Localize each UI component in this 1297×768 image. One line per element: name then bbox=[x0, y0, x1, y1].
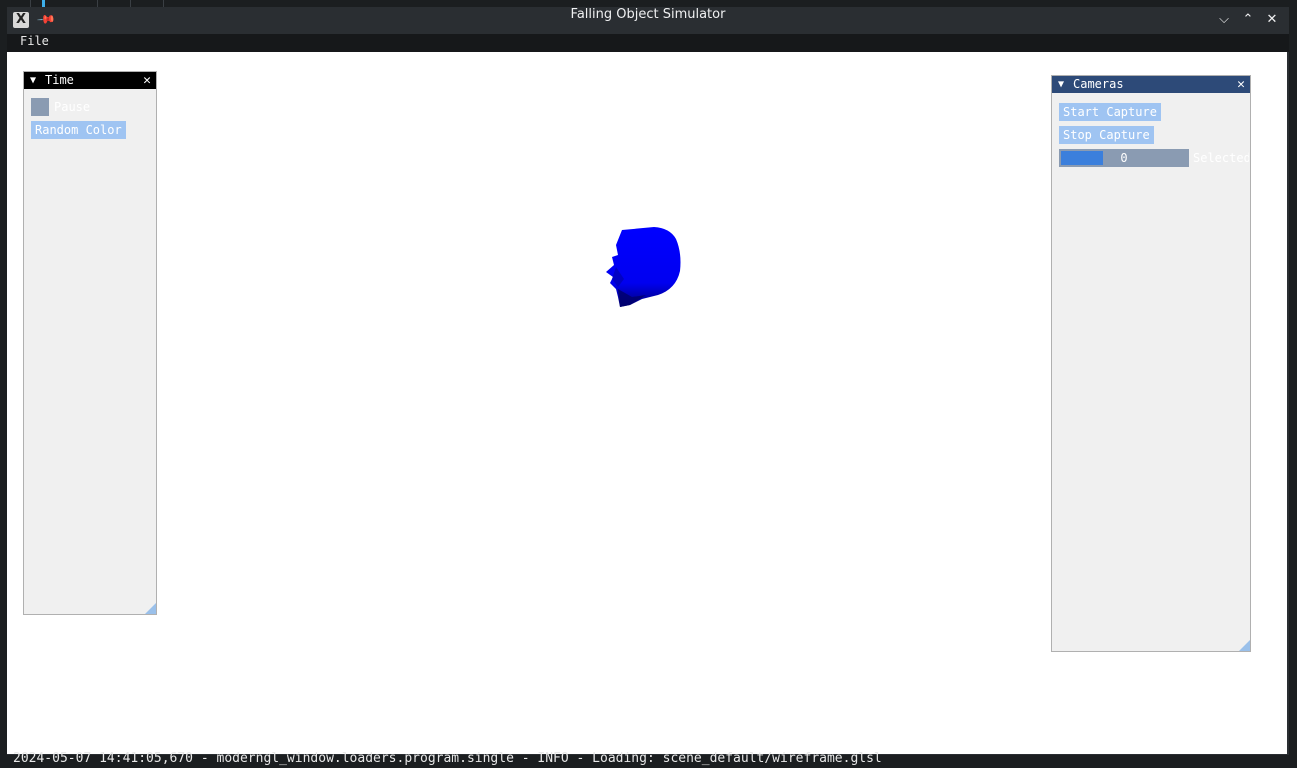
taskbar-segment[interactable] bbox=[98, 0, 131, 7]
slider-value: 0 bbox=[1120, 151, 1128, 165]
taskbar-segment[interactable] bbox=[131, 0, 164, 7]
time-panel-header[interactable]: ▼ Time ✕ bbox=[24, 72, 156, 89]
stop-capture-button[interactable]: Stop Capture bbox=[1059, 126, 1154, 144]
time-panel[interactable]: ▼ Time ✕ Pause Random Color bbox=[23, 71, 157, 615]
resize-grip-icon[interactable] bbox=[145, 603, 156, 614]
collapse-arrow-icon[interactable]: ▼ bbox=[1058, 76, 1064, 93]
maximize-icon[interactable]: ⌃ bbox=[1239, 11, 1257, 29]
slider-label: Selected bbox=[1193, 151, 1249, 165]
cameras-panel[interactable]: ▼ Cameras ✕ Start Capture Stop Capture 0… bbox=[1051, 75, 1251, 652]
falling-object-mesh bbox=[606, 227, 681, 307]
cameras-panel-title: Cameras bbox=[1073, 77, 1124, 91]
collapse-arrow-icon[interactable]: ▼ bbox=[30, 72, 36, 89]
titlebar[interactable]: X 📌 Falling Object Simulator ⌵ ⌃ ✕ bbox=[7, 7, 1289, 34]
taskbar-segment[interactable] bbox=[0, 0, 31, 7]
menubar: File bbox=[7, 34, 1289, 52]
cameras-panel-header[interactable]: ▼ Cameras ✕ bbox=[1052, 76, 1250, 93]
random-color-button[interactable]: Random Color bbox=[31, 121, 126, 139]
menu-file[interactable]: File bbox=[20, 34, 49, 48]
camera-select-slider[interactable]: 0 bbox=[1059, 149, 1189, 167]
pause-label: Pause bbox=[54, 100, 91, 114]
console-log-line: 2024-05-07 14:41:05,670 - moderngl_windo… bbox=[13, 751, 882, 766]
taskbar-segment[interactable] bbox=[45, 0, 98, 7]
close-icon[interactable]: ✕ bbox=[1237, 76, 1245, 93]
pause-checkbox[interactable] bbox=[31, 98, 49, 116]
taskbar-strip bbox=[0, 0, 1297, 7]
close-icon[interactable]: ✕ bbox=[143, 72, 151, 89]
time-panel-title: Time bbox=[45, 73, 74, 87]
app-window: X 📌 Falling Object Simulator ⌵ ⌃ ✕ File … bbox=[7, 7, 1289, 755]
close-icon[interactable]: ✕ bbox=[1263, 11, 1281, 29]
resize-grip-icon[interactable] bbox=[1239, 640, 1250, 651]
start-capture-button[interactable]: Start Capture bbox=[1059, 103, 1161, 121]
minimize-icon[interactable]: ⌵ bbox=[1215, 11, 1233, 29]
render-viewport[interactable]: ▼ Time ✕ Pause Random Color ▼ Cameras ✕ … bbox=[7, 52, 1287, 754]
window-title: Falling Object Simulator bbox=[570, 7, 726, 22]
